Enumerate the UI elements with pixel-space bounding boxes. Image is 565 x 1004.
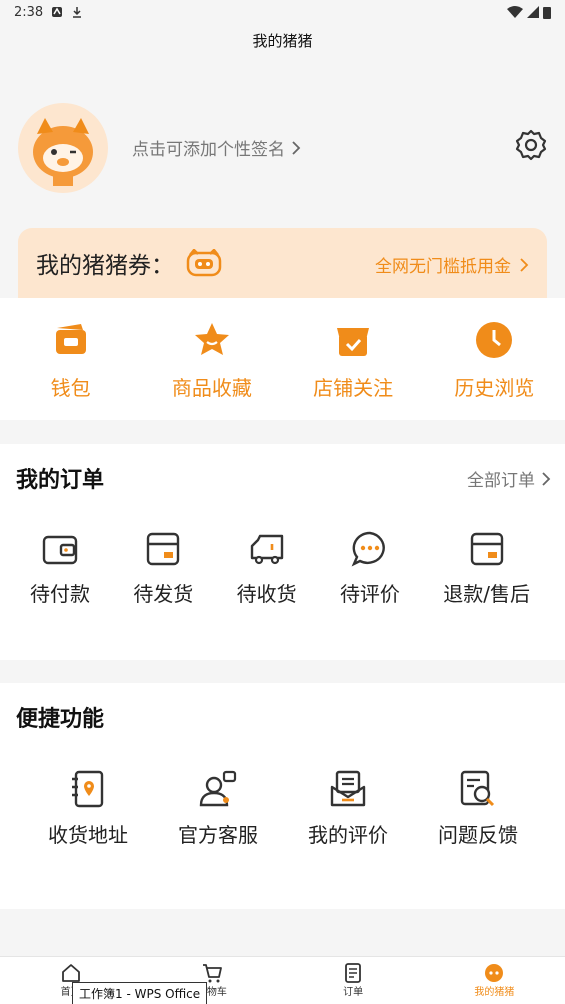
history-button[interactable]: 历史浏览 (429, 320, 559, 401)
truck-icon (250, 534, 283, 565)
gear-icon[interactable] (514, 128, 548, 162)
orders-section: 我的订单 全部订单 待付款 待发货 待收货 待评价 退款/售后 (0, 444, 565, 660)
customer-service-button[interactable]: 官方客服 (178, 769, 258, 848)
pending-shipment-button[interactable]: 待发货 (133, 530, 193, 607)
address-button[interactable]: 收货地址 (48, 769, 128, 848)
home-icon (61, 964, 80, 982)
pig-coupon-icon (186, 249, 222, 277)
notification-icon (52, 7, 63, 17)
chat-bubble-icon (351, 531, 385, 567)
status-time: 2:38 (14, 4, 44, 20)
chevron-right-icon (292, 140, 301, 155)
refund-aftersale-label: 退款/售后 (443, 582, 530, 606)
pig-face-icon (485, 964, 504, 982)
pending-receipt-button[interactable]: 待收货 (237, 530, 297, 607)
coupon-banner[interactable]: 我的猪猪券： 全网无门槛抵用金 (18, 228, 547, 308)
clock-icon (476, 322, 513, 358)
refund-aftersale-button[interactable]: 退款/售后 (443, 530, 530, 607)
feedback-button[interactable]: 问题反馈 (438, 769, 518, 848)
feedback-label: 问题反馈 (438, 823, 518, 847)
orders-title: 我的订单 (16, 468, 105, 493)
chevron-right-icon (520, 257, 529, 272)
store-icon (337, 328, 370, 356)
star-icon (194, 323, 229, 355)
history-label: 历史浏览 (454, 376, 535, 400)
pending-payment-label: 待付款 (30, 582, 90, 606)
wallet-outline-icon (42, 535, 78, 565)
favorites-label: 商品收藏 (171, 376, 252, 400)
my-reviews-button[interactable]: 我的评价 (308, 769, 388, 848)
wallet-button[interactable]: 钱包 (6, 320, 136, 401)
pending-review-label: 待评价 (339, 582, 400, 606)
pending-payment-button[interactable]: 待付款 (30, 530, 90, 607)
taskbar-tooltip: 工作簿1 - WPS Office (72, 982, 208, 1004)
shortcuts-title: 便捷功能 (16, 707, 105, 732)
tab-my-pig[interactable]: 我的猪猪 (444, 963, 544, 998)
favorites-button[interactable]: 商品收藏 (147, 320, 277, 401)
feedback-search-icon (460, 770, 495, 807)
address-label: 收货地址 (48, 823, 128, 847)
my-reviews-label: 我的评价 (308, 823, 388, 847)
coupon-promo: 全网无门槛抵用金 (375, 257, 511, 277)
tab-my-pig-label: 我的猪猪 (474, 987, 515, 998)
tab-orders[interactable]: 订单 (303, 963, 403, 998)
download-icon (73, 7, 82, 18)
customer-service-icon (199, 770, 237, 807)
all-orders-label: 全部订单 (467, 471, 535, 491)
shortcuts-section: 便捷功能 收货地址 官方客服 我的评价 问题反馈 (0, 683, 565, 909)
address-book-icon (72, 770, 104, 808)
pending-review-button[interactable]: 待评价 (340, 530, 400, 607)
avatar[interactable] (18, 102, 108, 193)
status-bar: 2:38 (0, 0, 565, 24)
followed-stores-label: 店铺关注 (313, 376, 394, 400)
quick-actions: 钱包 商品收藏 店铺关注 历史浏览 (0, 298, 565, 420)
refund-box-icon (470, 532, 503, 566)
followed-stores-button[interactable]: 店铺关注 (288, 320, 418, 401)
pending-shipment-label: 待发货 (133, 582, 194, 606)
all-orders-link[interactable]: 全部订单 (467, 466, 551, 491)
box-icon (147, 532, 180, 566)
chevron-right-icon (542, 471, 551, 486)
wifi-icon (507, 6, 523, 18)
orders-icon (345, 963, 362, 983)
tab-orders-label: 订单 (343, 987, 364, 998)
customer-service-label: 官方客服 (178, 823, 258, 847)
signature-text: 点击可添加个性签名 (132, 140, 285, 160)
signal-icon (527, 6, 539, 18)
profile-section: 点击可添加个性签名 (18, 100, 548, 195)
coupon-label: 我的猪猪券： (36, 253, 174, 279)
page-title: 我的猪猪 (252, 32, 313, 50)
pig-mascot-icon (33, 117, 93, 186)
battery-icon (543, 6, 551, 19)
pending-receipt-label: 待收货 (236, 582, 297, 606)
review-icon (330, 770, 366, 807)
cart-icon (202, 964, 222, 983)
wallet-icon (55, 324, 86, 354)
wallet-label: 钱包 (50, 376, 91, 400)
signature-link[interactable]: 点击可添加个性签名 (132, 135, 301, 160)
